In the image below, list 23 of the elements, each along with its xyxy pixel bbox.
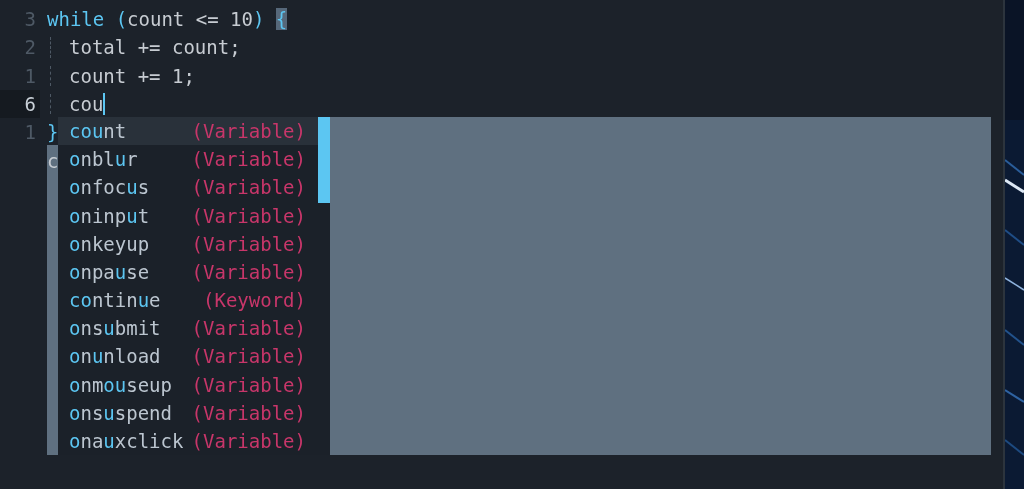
completion-item[interactable]: oninput (Variable) bbox=[58, 201, 318, 230]
line-number: 1 bbox=[24, 121, 36, 144]
line-number: 2 bbox=[24, 36, 36, 59]
line-number: 6 bbox=[24, 93, 36, 116]
line-number: 3 bbox=[24, 8, 36, 31]
completion-item[interactable]: onblur (Variable) bbox=[58, 145, 318, 174]
completion-item[interactable]: onfocus (Variable) bbox=[58, 173, 318, 202]
completion-item[interactable]: onkeyup (Variable) bbox=[58, 229, 318, 258]
code-line: total += count; bbox=[68, 36, 241, 59]
line-number: 1 bbox=[24, 64, 36, 87]
completion-item[interactable]: onsubmit (Variable) bbox=[58, 314, 318, 343]
completion-item[interactable]: onsuspend (Variable) bbox=[58, 398, 318, 427]
code-line: while (count <= 10) { bbox=[47, 8, 288, 31]
completion-item[interactable]: onmouseup (Variable) bbox=[58, 370, 318, 399]
completion-item[interactable]: onpause (Variable) bbox=[58, 257, 318, 287]
code-line: cou bbox=[68, 93, 104, 116]
code-line: count += 1; bbox=[68, 64, 195, 87]
code-line: } bbox=[47, 121, 59, 144]
code-line: c bbox=[47, 149, 59, 172]
completion-item[interactable]: onauxclick (Variable) bbox=[58, 426, 318, 456]
completion-item[interactable]: count (Variable) bbox=[58, 117, 318, 146]
completion-item[interactable]: continue (Keyword) bbox=[58, 286, 318, 315]
completion-item[interactable]: onunload (Variable) bbox=[58, 342, 318, 371]
